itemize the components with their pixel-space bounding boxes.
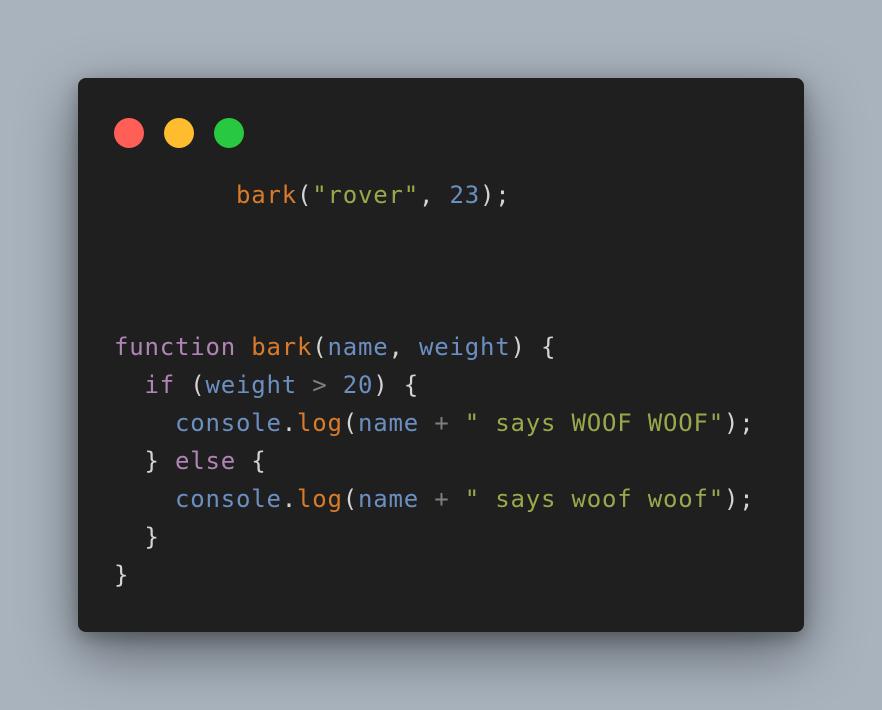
- variable: name: [358, 485, 419, 513]
- string-literal: "rover": [312, 181, 419, 209]
- punctuation: );: [724, 485, 755, 513]
- method-name: log: [297, 409, 343, 437]
- operator: +: [434, 485, 450, 513]
- string-literal: " says WOOF WOOF": [464, 409, 724, 437]
- method-name: log: [297, 485, 343, 513]
- punctuation: (: [190, 371, 206, 399]
- punctuation: {: [251, 447, 267, 475]
- punctuation: (: [342, 485, 358, 513]
- punctuation: .: [281, 409, 297, 437]
- maximize-button[interactable]: [214, 118, 244, 148]
- code-line-3: if (weight > 20) {: [114, 366, 755, 404]
- code-line-4: console.log(name + " says WOOF WOOF");: [114, 404, 755, 442]
- code-window: bark("rover", 23); function bark(name, w…: [78, 78, 804, 632]
- code-line-1: bark("rover", 23);: [114, 176, 755, 214]
- keyword: function: [114, 333, 236, 361]
- operator: +: [434, 409, 450, 437]
- close-button[interactable]: [114, 118, 144, 148]
- punctuation: (: [297, 181, 313, 209]
- code-line-2: function bark(name, weight) {: [114, 328, 755, 366]
- code-line-8: }: [114, 556, 755, 594]
- punctuation: );: [480, 181, 511, 209]
- punctuation: (: [342, 409, 358, 437]
- code-line-5: } else {: [114, 442, 755, 480]
- code-line-7: }: [114, 518, 755, 556]
- keyword: if: [144, 371, 175, 399]
- window-controls: [114, 118, 244, 148]
- function-name: bark: [236, 181, 297, 209]
- punctuation: ) {: [373, 371, 419, 399]
- punctuation: ,: [388, 333, 404, 361]
- punctuation: ) {: [510, 333, 557, 361]
- function-name: bark: [251, 333, 313, 361]
- punctuation: .: [281, 485, 297, 513]
- operator: >: [312, 371, 328, 399]
- punctuation: }: [114, 561, 130, 589]
- object: console: [175, 409, 282, 437]
- parameter: weight: [419, 333, 511, 361]
- code-line-6: console.log(name + " says woof woof");: [114, 480, 755, 518]
- punctuation: ,: [419, 181, 435, 209]
- number-literal: 23: [449, 181, 480, 209]
- variable: weight: [205, 371, 297, 399]
- punctuation: );: [724, 409, 755, 437]
- keyword: else: [175, 447, 236, 475]
- variable: name: [358, 409, 419, 437]
- minimize-button[interactable]: [164, 118, 194, 148]
- punctuation: (: [312, 333, 328, 361]
- punctuation: }: [144, 447, 160, 475]
- number-literal: 20: [342, 371, 374, 399]
- code-block: bark("rover", 23); function bark(name, w…: [114, 176, 755, 594]
- string-literal: " says woof woof": [464, 485, 724, 513]
- punctuation: }: [144, 523, 160, 551]
- object: console: [175, 485, 282, 513]
- parameter: name: [327, 333, 389, 361]
